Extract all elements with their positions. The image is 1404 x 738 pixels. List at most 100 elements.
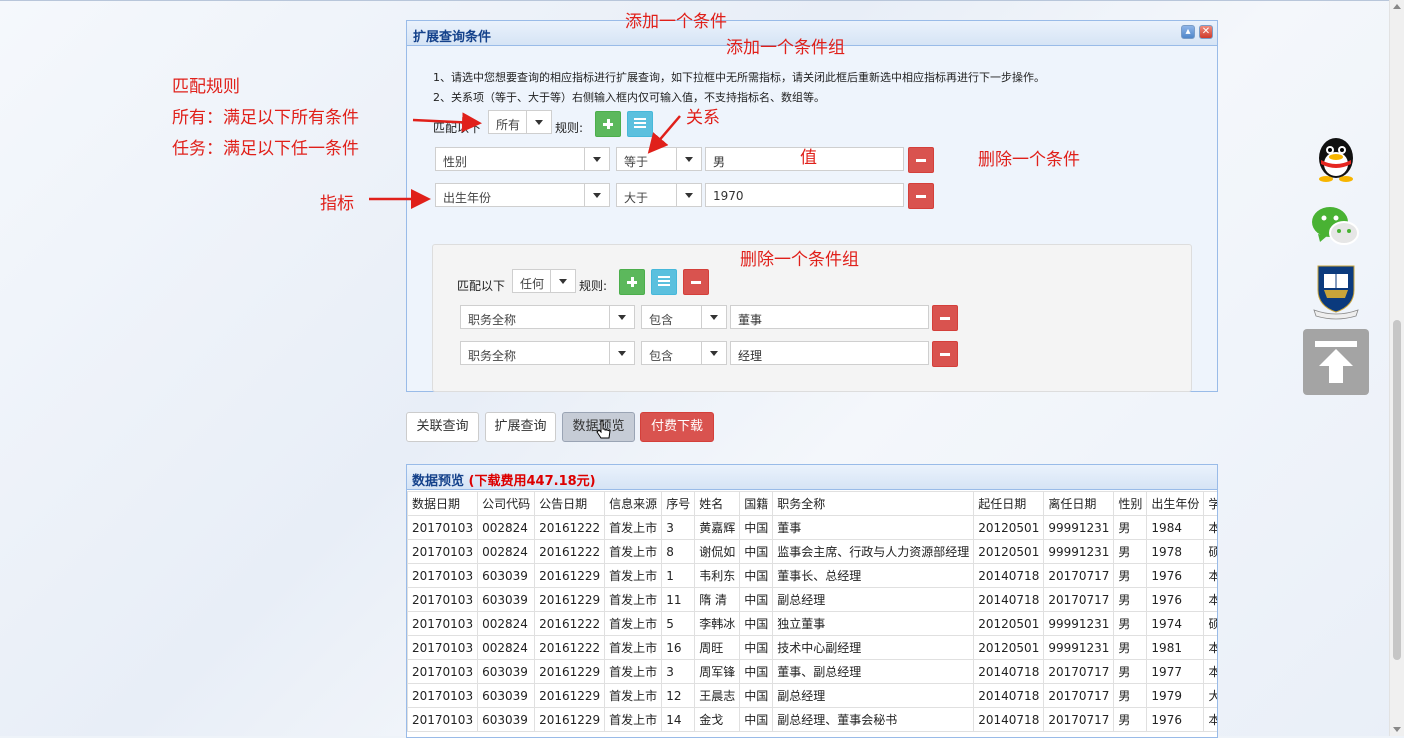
table-cell: 1 (661, 563, 696, 588)
extended-query-dialog: 扩展查询条件 ▴ ✕ 1、请选中您想要查询的相应指标进行扩展查询，如下拉框中无所… (406, 20, 1218, 392)
group-condition-field-select[interactable]: 职务全称 (460, 341, 635, 365)
chevron-down-icon (676, 148, 701, 170)
table-header-row: 数据日期 公司代码 公告日期 信息来源 序号 姓名 国籍 职务全称 起任日期 离任日期 性别 出生年份… (407, 491, 1217, 516)
delete-group-button[interactable] (683, 269, 709, 295)
table-cell: 002824 (477, 635, 536, 660)
group-delete-condition-button[interactable] (932, 341, 958, 367)
wechat-icon[interactable] (1306, 198, 1366, 254)
delete-condition-button[interactable] (908, 183, 934, 209)
maximize-icon[interactable]: ▴ (1181, 25, 1195, 39)
group-add-condition-button[interactable] (619, 269, 645, 295)
column-header: 序号 (661, 491, 696, 516)
table-cell: 20120501 (973, 539, 1045, 564)
table-cell: 20170103 (407, 539, 479, 564)
paid-download-button[interactable]: 付费下载 (640, 412, 714, 442)
table-cell: 20161229 (534, 659, 606, 684)
table-cell: 002824 (477, 611, 536, 636)
scroll-thumb[interactable] (1393, 320, 1401, 660)
qq-icon[interactable] (1306, 128, 1366, 184)
group-condition-op-select[interactable]: 包含 (641, 341, 727, 365)
table-cell: 603039 (477, 587, 536, 612)
condition-value-input[interactable]: 1970 (705, 183, 904, 207)
table-cell: 3 (661, 659, 696, 684)
table-cell: 本科 (1203, 635, 1217, 660)
table-cell: 002824 (477, 515, 536, 540)
group-delete-condition-button[interactable] (932, 305, 958, 331)
table-cell: 1979 (1146, 683, 1205, 708)
delete-condition-button[interactable] (908, 147, 934, 173)
group-condition-value-input[interactable]: 经理 (730, 341, 929, 365)
chevron-down-icon (550, 270, 575, 292)
preview-title: 数据预览 (下载费用447.18元) (412, 474, 596, 489)
table-cell: 20140718 (973, 563, 1045, 588)
scroll-up-icon[interactable] (1393, 4, 1401, 9)
condition-field-select[interactable]: 性别 (435, 147, 610, 171)
table-cell: 隋 清 (694, 587, 741, 612)
add-condition-button[interactable] (595, 111, 621, 137)
table-cell: 男 (1113, 539, 1148, 564)
table-cell: 董事 (772, 515, 975, 540)
table-cell: 20161222 (534, 611, 606, 636)
table-cell: 20170103 (407, 635, 479, 660)
download-fee: (下载费用447.18元) (468, 474, 596, 489)
scroll-down-icon[interactable] (1393, 727, 1401, 732)
table-cell: 王晨志 (694, 683, 741, 708)
scrollbar[interactable] (1389, 0, 1404, 736)
table-cell: 603039 (477, 563, 536, 588)
assoc-query-button[interactable]: 关联查询 (406, 412, 479, 442)
table-cell: 5 (661, 611, 696, 636)
table-cell: 谢侃如 (694, 539, 741, 564)
table-cell: 本科 (1203, 515, 1217, 540)
chevron-down-icon (584, 148, 609, 170)
preview-table: 数据日期 公司代码 公告日期 信息来源 序号 姓名 国籍 职务全称 起任日期 离任日期 性别 出生年份… (407, 491, 1217, 732)
table-cell: 16 (661, 635, 696, 660)
table-cell: 首发上市 (604, 707, 663, 732)
table-cell: 20161222 (534, 539, 606, 564)
table-cell: 12 (661, 683, 696, 708)
back-to-top-button[interactable] (1303, 329, 1369, 395)
emblem-icon[interactable] (1306, 264, 1366, 320)
table-cell: 20140718 (973, 659, 1045, 684)
condition-op-select[interactable]: 等于 (616, 147, 702, 171)
group-match-label: 匹配以下 (457, 279, 506, 293)
table-cell: 1981 (1146, 635, 1205, 660)
table-cell: 首发上市 (604, 587, 663, 612)
table-cell: 副总经理 (772, 683, 975, 708)
list-icon (634, 118, 646, 130)
table-row: 20170103 603039 20161229 首发上市 3 周军锋 中国 董事、副总经理 2… (407, 659, 1217, 684)
group-match-select[interactable]: 任何 (512, 269, 576, 293)
table-cell: 20170717 (1043, 563, 1115, 588)
chevron-down-icon (609, 306, 634, 328)
condition-field-select[interactable]: 出生年份 (435, 183, 610, 207)
table-cell: 中国 (739, 515, 774, 540)
condition-op-select[interactable]: 大于 (616, 183, 702, 207)
match-select[interactable]: 所有 (488, 110, 552, 134)
table-cell: 男 (1113, 659, 1148, 684)
annotation-add-condition: 添加一个条件 (625, 12, 727, 32)
ext-query-button[interactable]: 扩展查询 (485, 412, 556, 442)
add-group-button[interactable] (627, 111, 653, 137)
table-cell: 中国 (739, 659, 774, 684)
table-cell: 20161222 (534, 515, 606, 540)
annotation-match-rule-title: 匹配规则 (172, 77, 240, 97)
table-cell: 1978 (1146, 539, 1205, 564)
group-add-group-button[interactable] (651, 269, 677, 295)
column-header: 起任日期 (973, 491, 1045, 516)
annotation-value: 值 (800, 148, 817, 168)
annotation-relation: 关系 (686, 108, 720, 128)
group-condition-op-select[interactable]: 包含 (641, 305, 727, 329)
table-cell: 99991231 (1043, 539, 1115, 564)
table-cell: 金戈 (694, 707, 741, 732)
table-row: 20170103 002824 20161222 首发上市 16 周旺 中国 技术中心副经理 2… (407, 635, 1217, 660)
table-cell: 99991231 (1043, 611, 1115, 636)
table-cell: 3 (661, 515, 696, 540)
close-icon[interactable]: ✕ (1199, 25, 1213, 39)
column-header: 出生年份 (1146, 491, 1205, 516)
table-cell: 韦利东 (694, 563, 741, 588)
group-condition-value-input[interactable]: 董事 (730, 305, 929, 329)
table-cell: 20120501 (973, 635, 1045, 660)
group-condition-field-select[interactable]: 职务全称 (460, 305, 635, 329)
table-cell: 603039 (477, 683, 536, 708)
chevron-down-icon (676, 184, 701, 206)
table-cell: 20161229 (534, 683, 606, 708)
